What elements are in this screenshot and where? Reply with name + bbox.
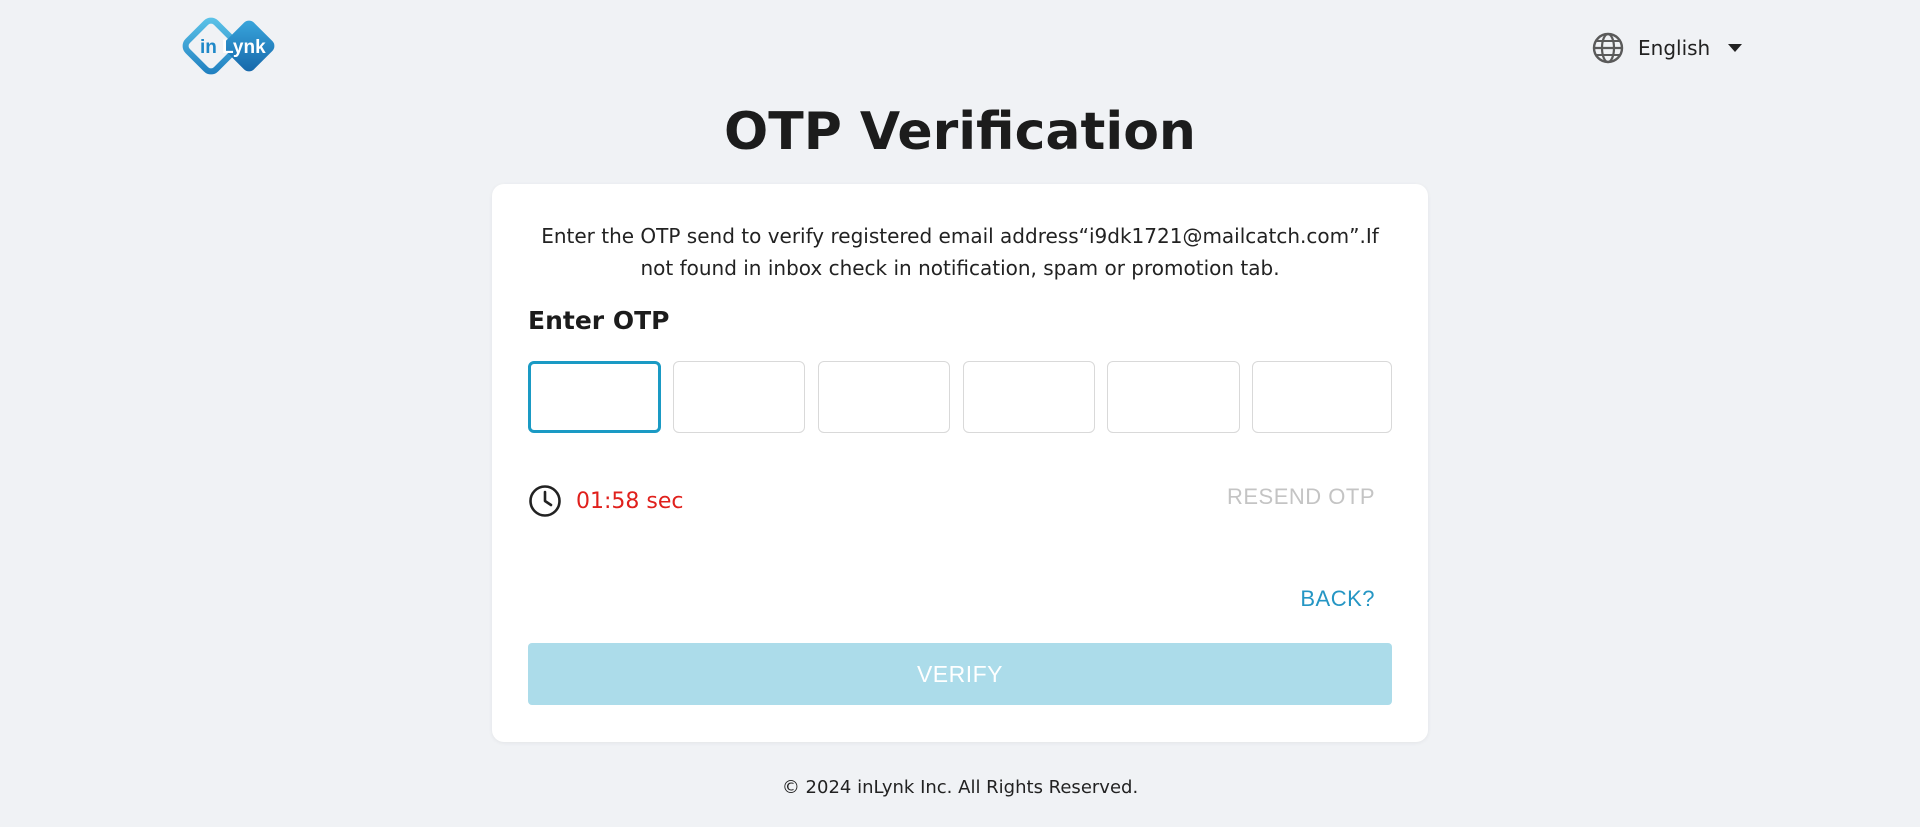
back-link[interactable]: BACK? (1300, 586, 1375, 612)
caret-down-icon (1728, 44, 1743, 52)
resend-otp-button[interactable]: RESEND OTP (1227, 484, 1375, 510)
language-selector[interactable]: English (1592, 30, 1743, 66)
otp-timer: 01:58 sec (528, 483, 684, 519)
otp-digit-3[interactable] (818, 361, 950, 433)
logo-text-in: in (200, 37, 217, 58)
globe-icon (1592, 32, 1624, 64)
otp-instructions: Enter the OTP send to verify registered … (541, 224, 1379, 280)
page-title: OTP Verification (724, 102, 1196, 162)
language-label: English (1638, 36, 1711, 60)
inlynk-logo[interactable]: in Lynk (178, 17, 282, 79)
verify-button[interactable]: VERIFY (528, 643, 1392, 705)
logo-text-lynk: Lynk (222, 37, 266, 58)
otp-digit-2[interactable] (673, 361, 805, 433)
clock-icon (529, 485, 561, 517)
otp-card: Enter the OTP send to verify registered … (492, 184, 1428, 742)
otp-digit-6[interactable] (1252, 361, 1392, 433)
otp-digit-5[interactable] (1107, 361, 1240, 433)
otp-digit-4[interactable] (963, 361, 1095, 433)
otp-input-group (528, 361, 1392, 433)
footer-copyright: © 2024 inLynk Inc. All Rights Reserved. (781, 777, 1139, 798)
otp-label: Enter OTP (528, 306, 670, 335)
timer-countdown: 01:58 sec (576, 488, 684, 514)
logo-icon: in Lynk (182, 17, 275, 75)
otp-digit-1[interactable] (528, 361, 661, 433)
